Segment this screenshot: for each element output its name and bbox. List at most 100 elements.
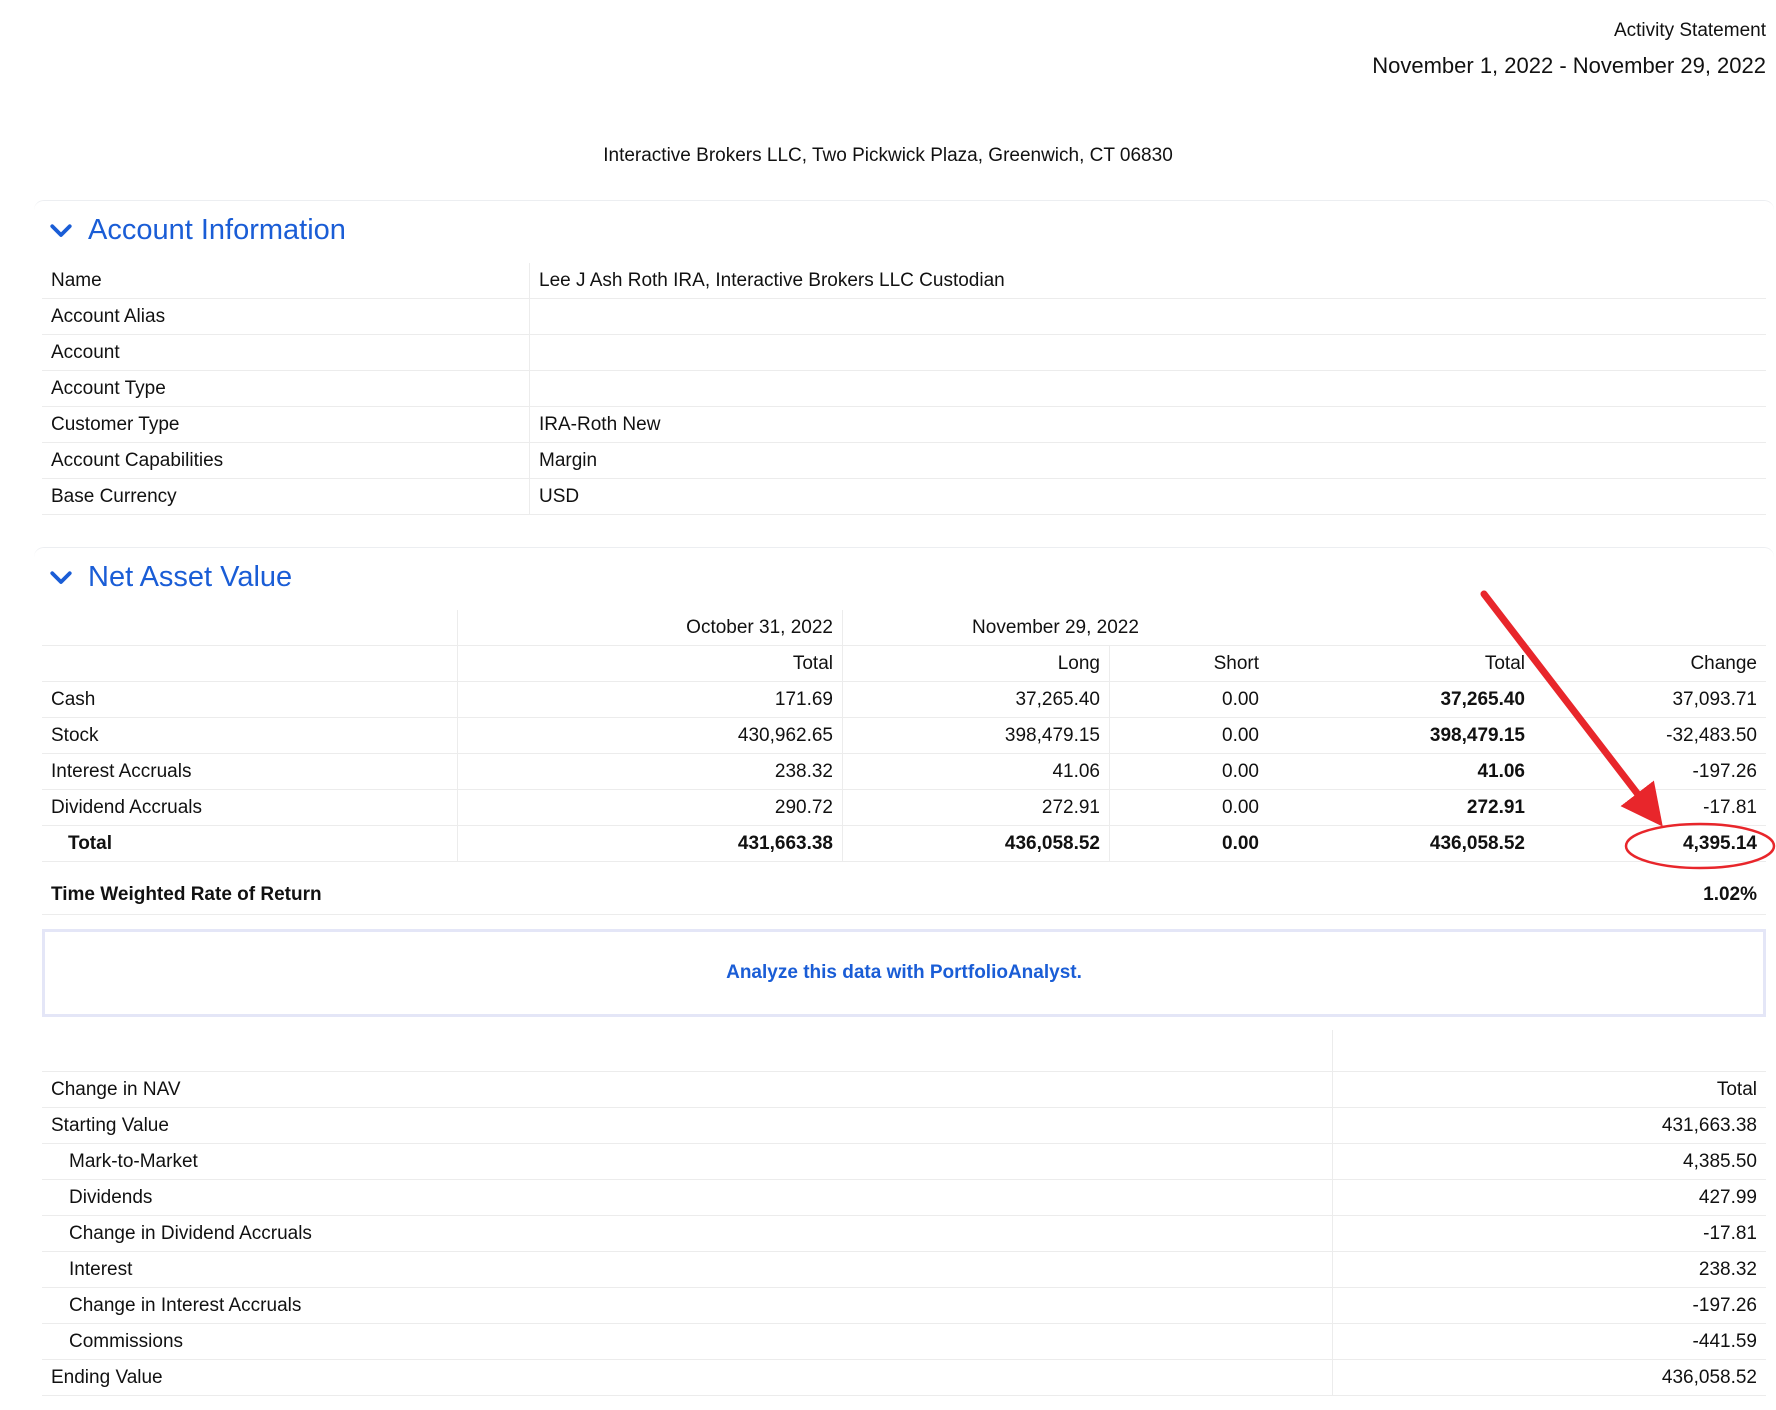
row-label: Name — [42, 263, 530, 299]
row-label: Account Capabilities — [42, 442, 530, 479]
empty-header-cell — [1534, 610, 1766, 646]
row-value: 4,385.50 — [1332, 1143, 1766, 1180]
column-header: Change — [1534, 645, 1766, 682]
cell: 272.91 — [842, 789, 1110, 826]
table-row: Starting Value 431,663.38 — [42, 1107, 1766, 1144]
table-row: Name Lee J Ash Roth IRA, Interactive Bro… — [42, 263, 1766, 299]
statement-title: Activity Statement — [1613, 20, 1766, 41]
row-value: 431,663.38 — [1332, 1107, 1766, 1144]
table-row: Account Type — [42, 370, 1766, 407]
portfolio-analyst-link[interactable]: Analyze this data with PortfolioAnalyst. — [726, 962, 1082, 984]
row-label: Dividends — [42, 1179, 1333, 1216]
total-row: Total 431,663.38 436,058.52 0.00 436,058… — [42, 825, 1766, 862]
table-row: Account Alias — [42, 298, 1766, 335]
row-value: -197.26 — [1332, 1287, 1766, 1324]
row-value: USD — [529, 478, 1766, 515]
spacer-cell — [1332, 1030, 1766, 1072]
twrr-label: Time Weighted Rate of Return — [51, 884, 322, 905]
total-change-cell: 4,395.14 — [1534, 825, 1766, 862]
table-row: Dividend Accruals 290.72 272.91 0.00 272… — [42, 789, 1766, 826]
row-label: Commissions — [42, 1323, 1333, 1360]
table-row: Commissions -441.59 — [42, 1323, 1766, 1360]
row-label: Change in Interest Accruals — [42, 1287, 1333, 1324]
column-header: Total — [457, 645, 843, 682]
column-header: Long — [842, 645, 1110, 682]
empty-header-cell — [42, 645, 458, 682]
net-asset-value-title: Net Asset Value — [88, 560, 293, 593]
row-label: Stock — [42, 717, 458, 754]
table-row: Change in Interest Accruals -197.26 — [42, 1287, 1766, 1324]
table-row: Account Capabilities Margin — [42, 442, 1766, 479]
cell: 171.69 — [457, 681, 843, 718]
table-row: Customer Type IRA-Roth New — [42, 406, 1766, 443]
row-value — [529, 334, 1766, 371]
table-row: Interest Accruals 238.32 41.06 0.00 41.0… — [42, 753, 1766, 790]
change-in-nav-header-value: Total — [1332, 1071, 1766, 1108]
twrr-row: Time Weighted Rate of Return 1.02% — [42, 876, 1766, 915]
row-label: Starting Value — [42, 1107, 1333, 1144]
table-row: Account — [42, 334, 1766, 371]
table-row: Interest 238.32 — [42, 1251, 1766, 1288]
statement-header: Activity Statement November 1, 2022 - No… — [1372, 18, 1766, 82]
cell: 290.72 — [457, 789, 843, 826]
row-value: 238.32 — [1332, 1251, 1766, 1288]
chevron-down-icon — [50, 571, 72, 584]
row-label: Account Type — [42, 370, 530, 407]
column-header: Total — [1268, 645, 1534, 682]
cell: 37,093.71 — [1534, 681, 1766, 718]
period-header: November 29, 2022 — [842, 610, 1268, 646]
table-row: Cash 171.69 37,265.40 0.00 37,265.40 37,… — [42, 681, 1766, 718]
cell: 430,962.65 — [457, 717, 843, 754]
cell: 41.06 — [842, 753, 1110, 790]
cell: 238.32 — [457, 753, 843, 790]
net-asset-value-section-header[interactable]: Net Asset Value — [34, 547, 1774, 606]
row-value: 427.99 — [1332, 1179, 1766, 1216]
change-in-nav-table: Change in NAV Total Starting Value 431,6… — [42, 1030, 1766, 1396]
spacer-cell — [42, 1030, 1333, 1072]
cell: -17.81 — [1534, 789, 1766, 826]
total-cell: 0.00 — [1109, 825, 1268, 862]
total-cell: 436,058.52 — [842, 825, 1110, 862]
row-value — [529, 370, 1766, 407]
row-label: Account — [42, 334, 530, 371]
row-label: Cash — [42, 681, 458, 718]
twrr-value: 1.02% — [1703, 884, 1757, 905]
account-information-title: Account Information — [88, 213, 346, 246]
column-header: Short — [1109, 645, 1268, 682]
row-label: Change in Dividend Accruals — [42, 1215, 1333, 1252]
table-row: Ending Value 436,058.52 — [42, 1359, 1766, 1396]
total-cell: 436,058.52 — [1268, 825, 1534, 862]
chevron-down-icon — [50, 224, 72, 237]
table-row: Stock 430,962.65 398,479.15 0.00 398,479… — [42, 717, 1766, 754]
change-in-nav-header-label: Change in NAV — [42, 1071, 1333, 1108]
row-label: Base Currency — [42, 478, 530, 515]
cell: -197.26 — [1534, 753, 1766, 790]
cell: 41.06 — [1268, 753, 1534, 790]
row-label: Ending Value — [42, 1359, 1333, 1396]
table-row: Mark-to-Market 4,385.50 — [42, 1143, 1766, 1180]
table-row: Dividends 427.99 — [42, 1179, 1766, 1216]
broker-address: Interactive Brokers LLC, Two Pickwick Pl… — [603, 145, 1173, 166]
cell: 0.00 — [1109, 681, 1268, 718]
row-value: Margin — [529, 442, 1766, 479]
row-label: Mark-to-Market — [42, 1143, 1333, 1180]
row-value — [529, 298, 1766, 335]
cell: 0.00 — [1109, 753, 1268, 790]
empty-header-cell — [1268, 610, 1534, 646]
cell: 398,479.15 — [842, 717, 1110, 754]
row-value: IRA-Roth New — [529, 406, 1766, 443]
account-information-section-header[interactable]: Account Information — [34, 200, 1774, 259]
cell: 37,265.40 — [1268, 681, 1534, 718]
spacer-row — [42, 1030, 1766, 1072]
row-value: -17.81 — [1332, 1215, 1766, 1252]
empty-header-cell — [42, 610, 458, 646]
column-header-row: Total Long Short Total Change — [42, 645, 1766, 682]
change-in-nav-header-row: Change in NAV Total — [42, 1071, 1766, 1108]
row-value: -441.59 — [1332, 1323, 1766, 1360]
total-cell: 431,663.38 — [457, 825, 843, 862]
cell: 0.00 — [1109, 717, 1268, 754]
cell: 0.00 — [1109, 789, 1268, 826]
portfolio-analyst-banner: Analyze this data with PortfolioAnalyst. — [42, 929, 1766, 1017]
net-asset-value-table: October 31, 2022 November 29, 2022 Total… — [42, 610, 1766, 862]
row-label: Interest Accruals — [42, 753, 458, 790]
